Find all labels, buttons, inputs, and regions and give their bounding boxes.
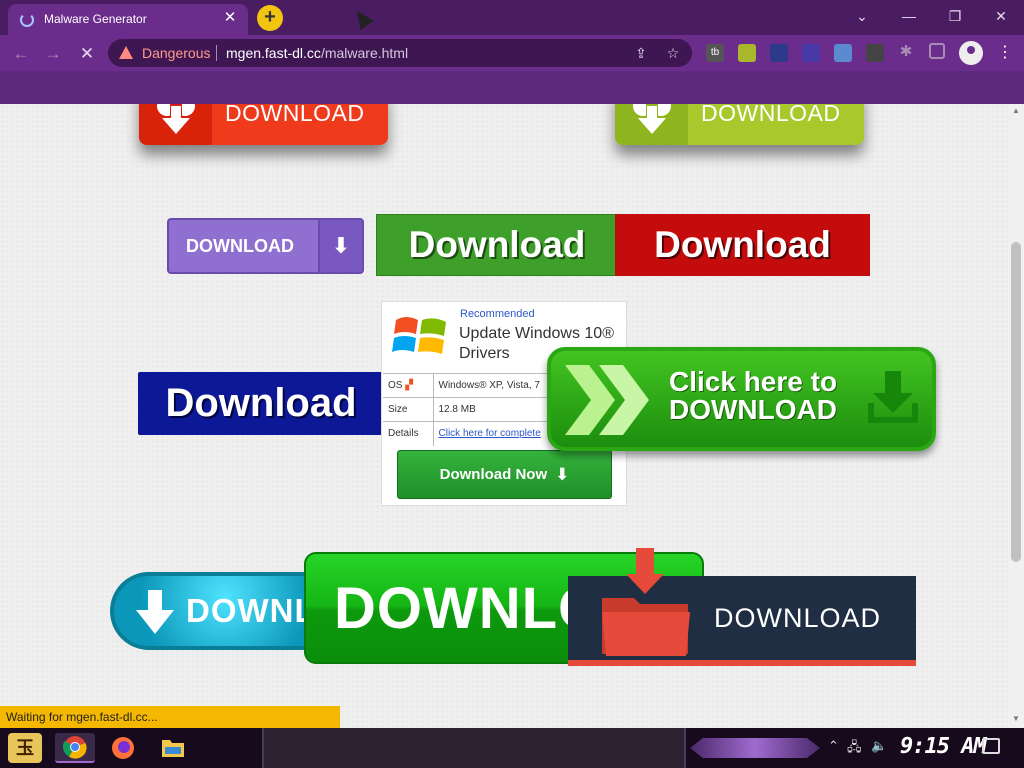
scroll-thumb[interactable] bbox=[1011, 242, 1021, 562]
table-key: Size bbox=[383, 397, 434, 422]
download-label: DOWNLOAD bbox=[186, 235, 294, 256]
table-value: Windows® XP, Vista, 7 bbox=[433, 373, 551, 398]
taskbar: 玉 ⌃ 🖧 🔈 9:15 AM bbox=[0, 728, 1024, 768]
warning-icon[interactable] bbox=[119, 46, 133, 59]
page-header-band bbox=[0, 71, 1024, 104]
click-here-line2: DOWNLOAD bbox=[669, 394, 837, 425]
taskbar-clock[interactable]: 9:15 AM bbox=[900, 734, 987, 759]
tab-title: Malware Generator bbox=[44, 12, 147, 26]
download-button-purple[interactable]: DOWNLOAD ⬇ bbox=[167, 218, 364, 274]
download-button-green[interactable]: Download bbox=[376, 214, 618, 276]
download-button-red[interactable]: Download bbox=[615, 214, 870, 276]
details-link-text[interactable]: Click here for complete bbox=[439, 428, 541, 439]
address-bar[interactable]: Dangerous mgen.fast-dl.cc/malware.html ⇪… bbox=[108, 39, 692, 67]
tb-extension-icon[interactable]: tb bbox=[706, 44, 724, 62]
table-key: OS ▞ bbox=[383, 373, 434, 398]
scroll-down-arrow-icon[interactable]: ▼ bbox=[1011, 714, 1021, 724]
file-explorer-taskbar-icon[interactable] bbox=[153, 733, 193, 763]
camera-extension-icon[interactable] bbox=[866, 44, 884, 62]
download-label: DOWNLOAD bbox=[225, 104, 365, 126]
loading-spinner-icon bbox=[20, 13, 34, 27]
game-extension-icon[interactable] bbox=[738, 44, 756, 62]
windows-logo-icon bbox=[392, 317, 446, 354]
table-key: Details bbox=[383, 421, 434, 446]
download-label: DOWNLOAD bbox=[701, 104, 841, 126]
down-arrow-icon: ⬇ bbox=[318, 220, 362, 272]
new-tab-button[interactable]: + bbox=[257, 5, 283, 31]
start-button[interactable]: 玉 bbox=[8, 733, 42, 763]
notifications-icon[interactable] bbox=[982, 738, 1000, 754]
click-here-text: Click here to DOWNLOAD bbox=[669, 368, 837, 424]
network-icon[interactable]: 🖧 bbox=[847, 738, 862, 760]
download-tray-icon bbox=[868, 371, 918, 423]
close-window-button[interactable]: ✕ bbox=[989, 6, 1013, 26]
page-viewport: DOWNLOAD DOWNLOAD DOWNLOAD ⬇ Download Do… bbox=[0, 104, 1008, 728]
share-icon[interactable]: ⇪ bbox=[632, 44, 650, 62]
browser-menu-icon[interactable]: ⋮ bbox=[995, 43, 1015, 63]
firefox-taskbar-icon[interactable] bbox=[103, 733, 143, 763]
page-scrollbar[interactable]: ▲ ▼ bbox=[1008, 104, 1024, 728]
bookmark-star-icon[interactable]: ☆ bbox=[664, 44, 682, 62]
photo-extension-icon[interactable] bbox=[834, 44, 852, 62]
down-arrow-icon bbox=[136, 590, 174, 634]
folder-download-icon bbox=[602, 548, 690, 656]
volume-icon[interactable]: 🔈 bbox=[871, 738, 887, 754]
down-arrow-icon: ⬇ bbox=[555, 464, 570, 484]
chrome-icon bbox=[63, 736, 87, 759]
minimize-button[interactable]: — bbox=[897, 6, 921, 26]
title-bar: Malware Generator ✕ + ⌄ — ❐ ✕ bbox=[0, 0, 1024, 35]
download-arrow-icon bbox=[157, 104, 195, 134]
url-host: mgen.fast-dl.cc bbox=[226, 45, 321, 61]
download-button-green-top[interactable]: DOWNLOAD bbox=[615, 104, 864, 145]
forward-button[interactable]: → bbox=[42, 43, 64, 65]
browser-tab-malware-generator[interactable]: Malware Generator ✕ bbox=[8, 4, 248, 35]
table-row: Details Click here for complete bbox=[383, 421, 551, 446]
details-link[interactable]: Click here for complete bbox=[433, 421, 551, 446]
download-label: DOWNLOAD bbox=[714, 602, 882, 633]
download-button-navy[interactable]: Download bbox=[138, 372, 384, 435]
url-path: /malware.html bbox=[320, 45, 409, 61]
os-key: OS bbox=[388, 380, 403, 391]
browser-toolbar: ← → ✕ Dangerous mgen.fast-dl.cc/malware.… bbox=[0, 35, 1024, 71]
windows-flag-icon: ▞ bbox=[405, 380, 413, 391]
scroll-up-arrow-icon[interactable]: ▲ bbox=[1011, 106, 1021, 116]
download-arrow-icon bbox=[633, 104, 671, 134]
folder-icon bbox=[162, 740, 184, 757]
show-hidden-icons-icon[interactable]: ⌃ bbox=[828, 738, 839, 754]
restore-button[interactable]: ❐ bbox=[943, 6, 967, 26]
extensions-puzzle-icon[interactable]: ✱ bbox=[897, 43, 915, 61]
security-warning-label[interactable]: Dangerous bbox=[142, 45, 211, 61]
taskbar-window-preview[interactable] bbox=[262, 728, 686, 768]
profile-avatar[interactable] bbox=[959, 41, 983, 65]
chevron-right-icon bbox=[599, 365, 649, 435]
click-here-line1: Click here to bbox=[669, 366, 838, 397]
tab-search-icon[interactable]: ⌄ bbox=[850, 6, 874, 26]
status-bubble: Waiting for mgen.fast-dl.cc... bbox=[0, 706, 340, 728]
table-row: OS ▞ Windows® XP, Vista, 7 bbox=[383, 373, 551, 398]
download-button-folder[interactable]: DOWNLOAD bbox=[568, 548, 916, 666]
close-tab-icon[interactable]: ✕ bbox=[222, 10, 238, 26]
stop-loading-button[interactable]: ✕ bbox=[76, 43, 98, 65]
search-extension-icon[interactable] bbox=[802, 44, 820, 62]
download-now-label: Download Now bbox=[439, 466, 548, 483]
address-separator bbox=[216, 45, 217, 61]
back-button[interactable]: ← bbox=[10, 43, 32, 65]
table-value: 12.8 MB bbox=[433, 397, 551, 422]
download-now-button[interactable]: Download Now ⬇ bbox=[397, 450, 612, 499]
chrome-taskbar-icon[interactable] bbox=[55, 733, 95, 763]
side-panel-icon[interactable] bbox=[929, 43, 945, 59]
ad-details-table: OS ▞ Windows® XP, Vista, 7 Size 12.8 MB … bbox=[383, 373, 551, 446]
recommended-label: Recommended bbox=[460, 308, 535, 320]
download-button-red-top[interactable]: DOWNLOAD bbox=[139, 104, 388, 145]
person-extension-icon[interactable] bbox=[770, 44, 788, 62]
url-text[interactable]: mgen.fast-dl.cc/malware.html bbox=[226, 45, 408, 61]
taskbar-decoration bbox=[690, 738, 820, 758]
firefox-icon bbox=[112, 737, 134, 759]
table-row: Size 12.8 MB bbox=[383, 397, 551, 422]
click-here-download-button[interactable]: Click here to DOWNLOAD bbox=[547, 347, 936, 451]
